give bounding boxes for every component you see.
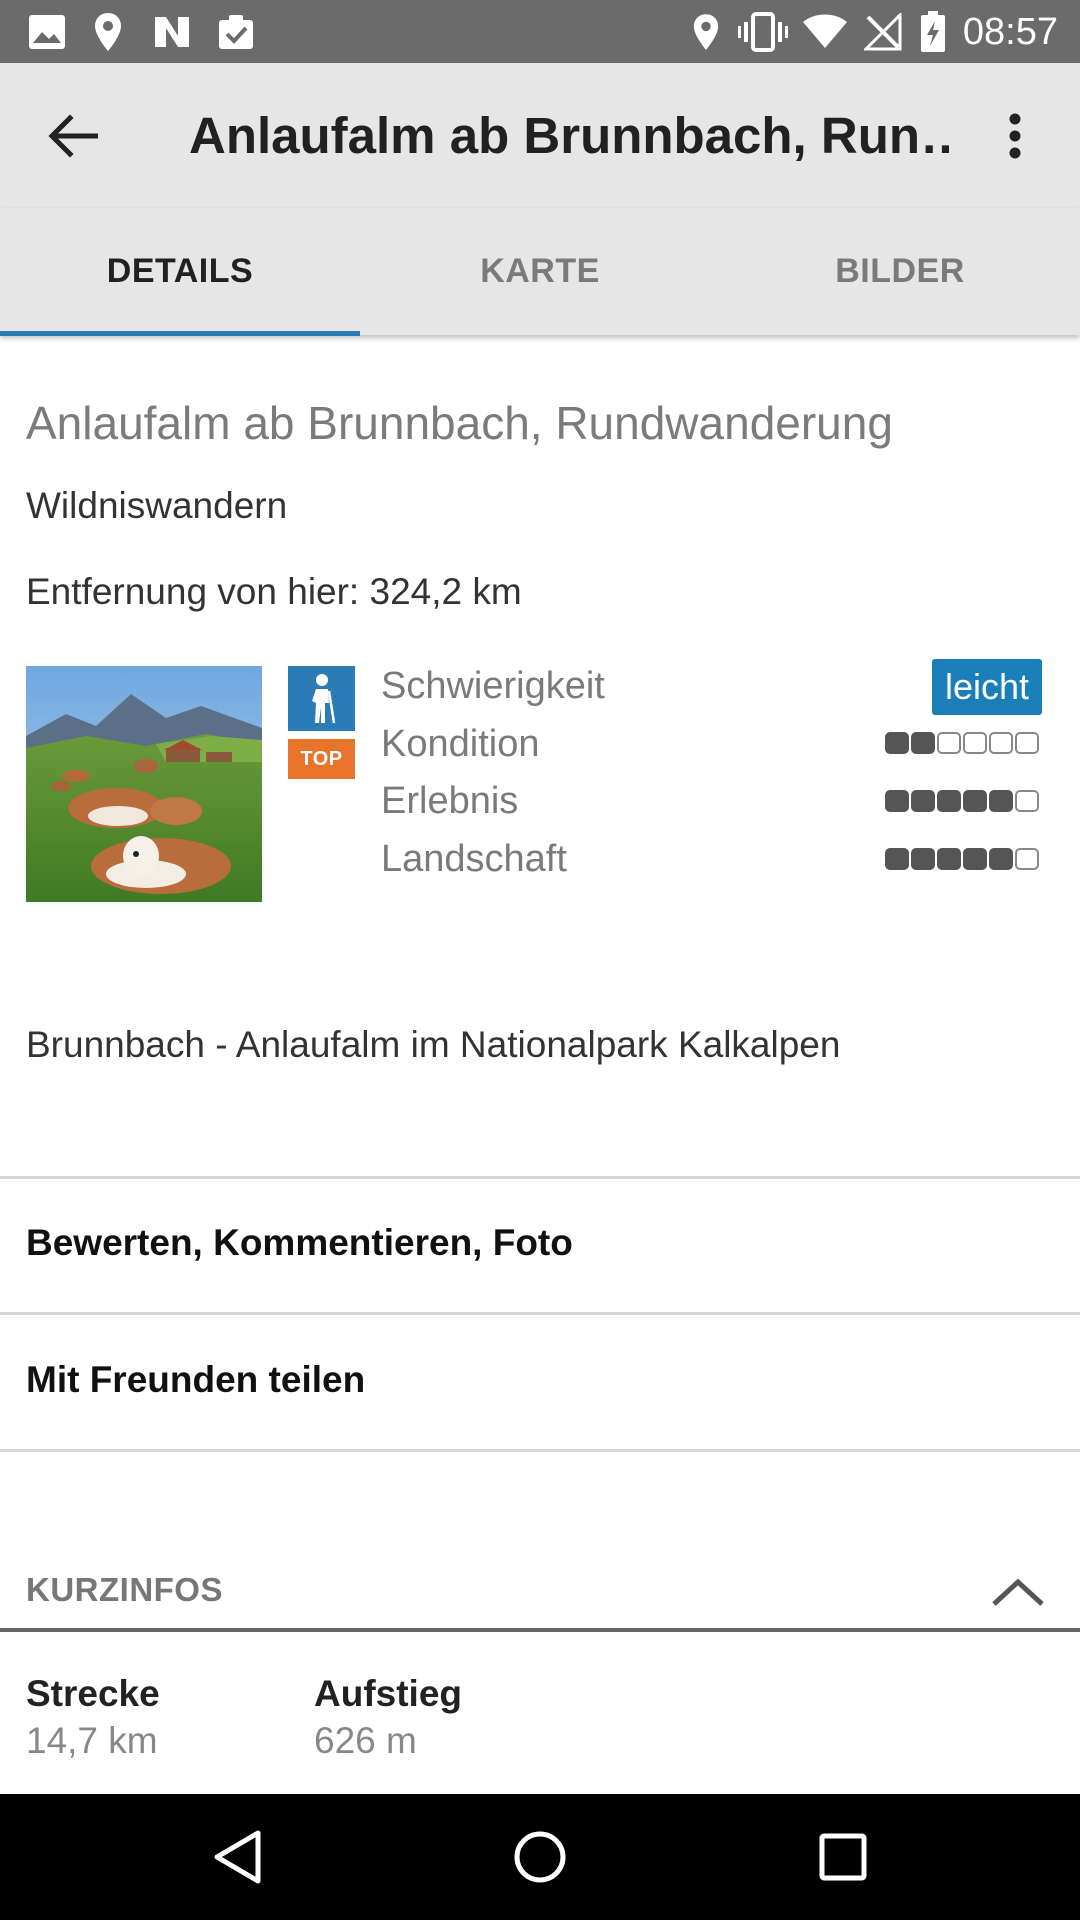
hiker-icon: [311, 673, 335, 723]
clipboard-check-icon: [216, 12, 256, 52]
collapse-section-button[interactable]: [988, 1572, 1048, 1612]
tab-bar: DETAILS KARTE BILDER: [0, 208, 1080, 336]
no-signal-icon: [864, 12, 902, 52]
rating-label-schwierigkeit: Schwierigkeit: [381, 665, 605, 707]
chevron-up-icon: [992, 1578, 1044, 1606]
rating-dot-filled: [937, 848, 961, 870]
system-nav-bar: [0, 1794, 1080, 1920]
rating-dot-empty: [1015, 848, 1039, 870]
info-value-aufstieg: 626 m: [314, 1720, 417, 1761]
divider: [0, 1449, 1080, 1452]
rating-dot-filled: [963, 848, 987, 870]
info-label-aufstieg: Aufstieg: [314, 1673, 462, 1714]
wifi-icon: [802, 12, 848, 52]
tour-title: Anlaufalm ab Brunnbach, Rundwanderung: [26, 397, 893, 449]
rate-comment-photo-button[interactable]: Bewerten, Kommentieren, Foto: [26, 1219, 573, 1267]
rating-dots-erlebnis: [885, 790, 1039, 812]
page-title: Anlaufalm ab Brunnbach, Run…: [189, 107, 949, 164]
more-options-button[interactable]: [985, 103, 1045, 169]
clock: 08:57: [962, 11, 1058, 53]
rating-dot-empty: [989, 732, 1013, 754]
top-badge: TOP: [288, 739, 355, 779]
rating-dot-empty: [937, 732, 961, 754]
vibrate-icon: [738, 12, 788, 52]
location-pin-icon: [691, 12, 721, 52]
tab-details[interactable]: DETAILS: [0, 208, 360, 335]
nav-home-button[interactable]: [507, 1824, 573, 1890]
tour-photo[interactable]: [26, 666, 262, 902]
battery-charging-icon: [920, 11, 946, 52]
rating-dot-filled: [989, 848, 1013, 870]
rating-label-kondition: Kondition: [381, 723, 540, 765]
more-vert-icon: [1009, 113, 1021, 159]
rating-label-landschaft: Landschaft: [381, 838, 567, 880]
rating-dot-filled: [885, 848, 909, 870]
rating-dot-filled: [963, 790, 987, 812]
tour-distance: Entfernung von hier: 324,2 km: [26, 571, 522, 612]
rating-dot-filled: [911, 732, 935, 754]
share-with-friends-button[interactable]: Mit Freunden teilen: [26, 1356, 365, 1404]
status-bar: 08:57: [0, 0, 1080, 63]
divider: [0, 1312, 1080, 1315]
arrow-back-icon: [48, 114, 98, 158]
rating-dot-filled: [911, 790, 935, 812]
rating-dot-filled: [937, 790, 961, 812]
nav-recents-button[interactable]: [810, 1824, 876, 1890]
nav-back-button[interactable]: [204, 1824, 270, 1890]
kurzinfos-header: KURZINFOS: [26, 1571, 223, 1608]
divider: [0, 1176, 1080, 1179]
info-value-strecke: 14,7 km: [26, 1720, 158, 1761]
square-recents-icon: [819, 1833, 867, 1881]
tour-category: Wildniswandern: [26, 485, 288, 526]
hiking-badge: [288, 666, 355, 731]
rating-dots-landschaft: [885, 848, 1039, 870]
tour-badges: TOP: [288, 666, 355, 779]
rating-dot-filled: [911, 848, 935, 870]
tab-indicator: [0, 331, 360, 336]
rating-dot-empty: [1015, 790, 1039, 812]
rating-dot-filled: [885, 732, 909, 754]
image-icon: [28, 12, 66, 52]
rating-dot-filled: [885, 790, 909, 812]
rating-dot-filled: [989, 790, 1013, 812]
tab-bilder[interactable]: BILDER: [720, 208, 1080, 335]
tour-description: Brunnbach - Anlaufalm im Nationalpark Ka…: [26, 1024, 841, 1065]
rating-dot-empty: [1015, 732, 1039, 754]
tab-karte[interactable]: KARTE: [360, 208, 720, 335]
back-button[interactable]: [40, 103, 106, 169]
section-divider: [0, 1628, 1080, 1632]
location-pin-icon: [92, 12, 124, 52]
rating-dot-empty: [963, 732, 987, 754]
circle-home-icon: [514, 1831, 566, 1883]
app-bar: Anlaufalm ab Brunnbach, Run…: [0, 63, 1080, 208]
difficulty-badge: leicht: [932, 659, 1042, 715]
triangle-back-icon: [214, 1830, 261, 1884]
rating-dots-kondition: [885, 732, 1039, 754]
rating-label-erlebnis: Erlebnis: [381, 780, 519, 822]
info-label-strecke: Strecke: [26, 1673, 160, 1714]
nfc-icon: [152, 12, 192, 52]
